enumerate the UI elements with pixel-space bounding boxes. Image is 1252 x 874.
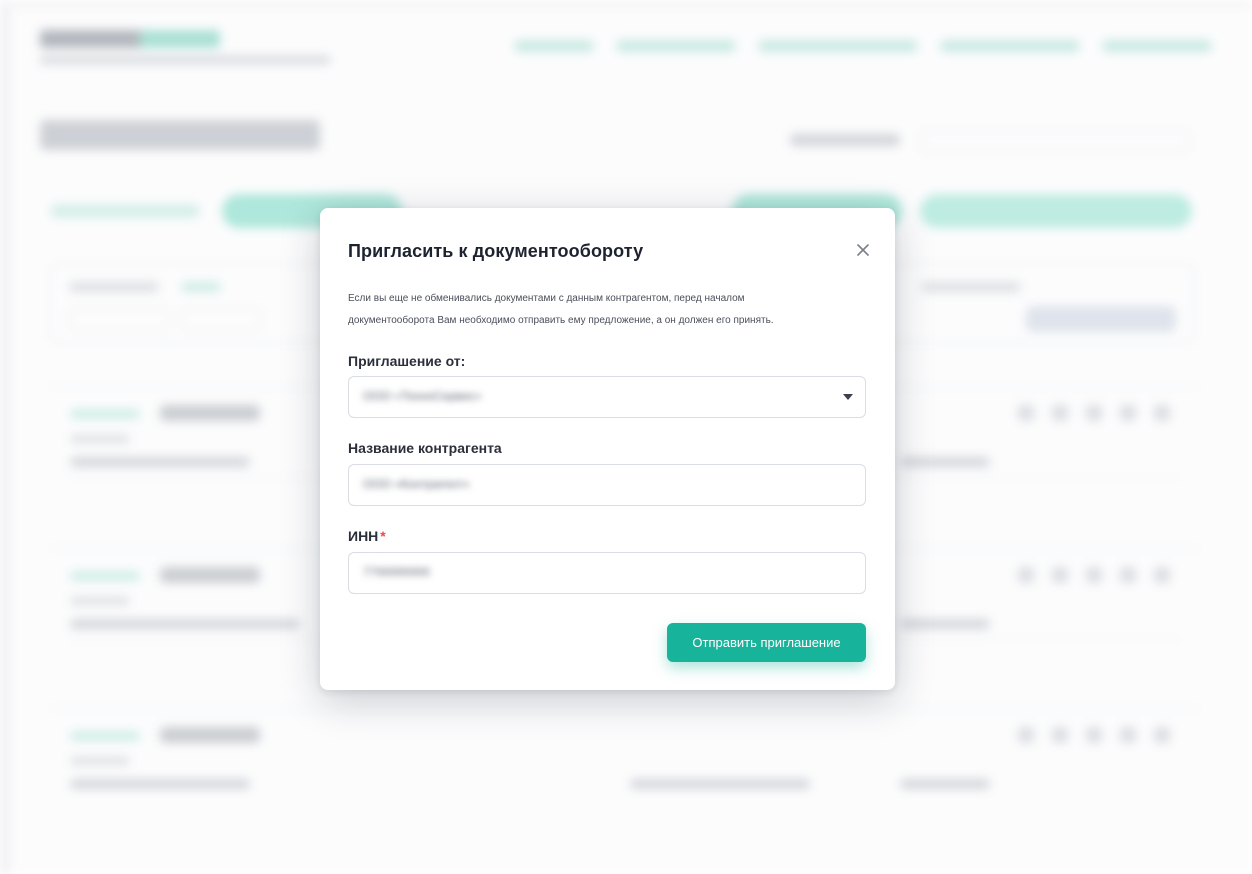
chevron-down-icon xyxy=(843,394,853,400)
invite-modal: Пригласить к документообороту Если вы ещ… xyxy=(320,208,895,690)
required-mark: * xyxy=(380,528,386,544)
inn-label-text: ИНН xyxy=(348,528,379,544)
inn-label: ИНН * xyxy=(348,528,386,544)
invitation-from-select[interactable]: ООО «ТехноСервис» xyxy=(348,376,866,418)
description-line: Если вы еще не обменивались документами … xyxy=(348,293,745,304)
close-button[interactable] xyxy=(853,240,873,260)
inn-input[interactable]: 7700000000 xyxy=(348,552,866,594)
close-icon xyxy=(857,244,869,256)
invitation-from-value: ООО «ТехноСервис» xyxy=(363,389,482,403)
send-invitation-button[interactable]: Отправить приглашение xyxy=(667,623,866,662)
counterparty-name-label: Название контрагента xyxy=(348,440,502,456)
counterparty-name-input[interactable]: ООО «Контрагент» xyxy=(348,464,866,506)
inn-value: 7700000000 xyxy=(363,565,430,579)
modal-description: Если вы еще не обменивались документами … xyxy=(348,288,878,332)
description-line: документооборота Вам необходимо отправит… xyxy=(348,315,774,326)
modal-title: Пригласить к документообороту xyxy=(348,241,644,261)
counterparty-name-value: ООО «Контрагент» xyxy=(363,477,470,491)
invitation-from-label: Приглашение от: xyxy=(348,353,466,369)
